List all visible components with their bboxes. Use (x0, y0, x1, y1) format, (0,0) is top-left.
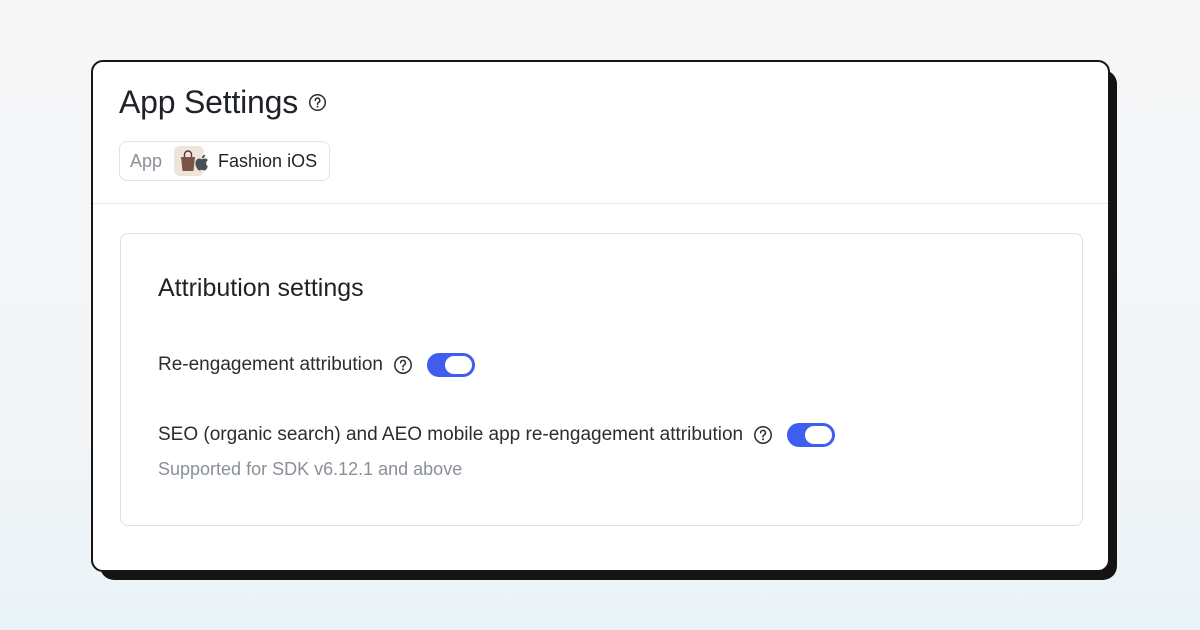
apple-icon (195, 154, 210, 176)
question-circle-icon[interactable] (393, 355, 413, 375)
settings-window: App Settings App Fashion iOS Attribution… (91, 60, 1110, 572)
toggle-knob (805, 426, 833, 444)
re-engagement-label: Re-engagement attribution (158, 354, 383, 375)
app-selector[interactable]: App Fashion iOS (119, 141, 331, 181)
page-header: App Settings App Fashion iOS (93, 62, 1108, 204)
page-title: App Settings (119, 84, 299, 120)
title-row: App Settings (119, 84, 1108, 121)
app-name: Fashion iOS (218, 150, 318, 171)
seo-aeo-setting-row: SEO (organic search) and AEO mobile app … (158, 423, 1082, 447)
attribution-settings-panel: Attribution settings Re-engagement attri… (120, 233, 1083, 526)
re-engagement-toggle[interactable] (426, 353, 475, 377)
app-selector-label: App (130, 150, 163, 171)
re-engagement-setting-row: Re-engagement attribution (158, 353, 1082, 377)
seo-aeo-toggle[interactable] (787, 423, 836, 447)
seo-aeo-label: SEO (organic search) and AEO mobile app … (158, 424, 744, 445)
sdk-support-note: Supported for SDK v6.12.1 and above (158, 459, 463, 479)
section-title: Attribution settings (158, 274, 364, 302)
question-circle-icon[interactable] (753, 425, 773, 445)
question-circle-icon[interactable] (308, 93, 327, 112)
shopping-bag-icon (174, 146, 208, 176)
toggle-knob (444, 356, 472, 374)
